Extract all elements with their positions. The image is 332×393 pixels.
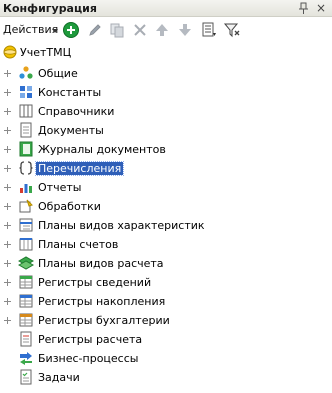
tree-item-label: Регистры расчета xyxy=(38,333,143,346)
window-title: Конфигурация xyxy=(3,2,97,15)
tasks-icon xyxy=(20,369,32,385)
tree-item-data-processors[interactable]: Обработки xyxy=(0,197,332,216)
tree-item-characteristic-types[interactable]: Планы видов характеристик xyxy=(0,216,332,235)
tree-item-label: Константы xyxy=(38,86,102,99)
tree-item-label: Регистры сведений xyxy=(38,276,152,289)
tree-item-label: Документы xyxy=(38,124,104,137)
tree-item-calculation-registers[interactable]: Регистры расчета xyxy=(0,330,332,349)
configuration-root-icon xyxy=(3,45,17,59)
tree-item-constants[interactable]: Константы xyxy=(0,83,332,102)
title-bar: Конфигурация × xyxy=(0,0,332,17)
tree-item-label: Обработки xyxy=(38,200,101,213)
tree-item-common[interactable]: Общие xyxy=(0,64,332,83)
expand-icon[interactable] xyxy=(3,202,12,211)
edit-icon[interactable] xyxy=(86,21,104,39)
constants-icon xyxy=(20,86,32,98)
information-registers-icon xyxy=(19,275,33,289)
expand-icon[interactable] xyxy=(3,240,12,249)
tree-item-accounting-registers[interactable]: Регистры бухгалтерии xyxy=(0,311,332,330)
copy-icon[interactable] xyxy=(108,21,126,39)
data-processors-icon xyxy=(19,199,33,213)
move-up-icon[interactable] xyxy=(153,21,171,39)
business-processes-icon xyxy=(20,352,32,365)
expand-icon[interactable] xyxy=(3,126,12,135)
expand-icon[interactable] xyxy=(3,69,12,78)
charts-of-accounts-icon xyxy=(19,238,33,251)
accumulation-registers-icon xyxy=(19,294,33,308)
expand-icon[interactable] xyxy=(3,297,12,306)
tree-item-label: Бизнес-процессы xyxy=(38,352,139,365)
pin-icon[interactable] xyxy=(297,1,311,15)
documents-icon xyxy=(20,122,32,138)
tree-item-label: Журналы документов xyxy=(38,143,166,156)
expand-icon[interactable] xyxy=(3,164,12,173)
expand-icon[interactable] xyxy=(3,145,12,154)
tree-item-label: Задачи xyxy=(38,371,80,384)
catalogs-icon xyxy=(19,104,33,118)
actions-menu-button[interactable]: Действия xyxy=(3,23,58,36)
enumerations-icon xyxy=(19,161,33,175)
tree-item-label: Планы счетов xyxy=(38,238,119,251)
expand-icon[interactable] xyxy=(3,259,12,268)
reports-icon xyxy=(20,184,32,193)
tree-root-label: УчетТМЦ xyxy=(20,46,72,59)
tree-item-label: Регистры накопления xyxy=(38,295,166,308)
list-icon[interactable] xyxy=(200,21,218,39)
calculation-registers-icon xyxy=(20,331,32,347)
expand-icon[interactable] xyxy=(3,316,12,325)
expand-icon[interactable] xyxy=(3,278,12,287)
expand-icon[interactable] xyxy=(3,107,12,116)
add-icon[interactable] xyxy=(62,21,80,39)
tree-item-documents[interactable]: Документы xyxy=(0,121,332,140)
expand-icon[interactable] xyxy=(3,183,12,192)
tree-item-tasks[interactable]: Задачи xyxy=(0,368,332,387)
tree-item-reports[interactable]: Отчеты xyxy=(0,178,332,197)
chevron-down-icon[interactable] xyxy=(52,29,58,33)
tree-item-label: Планы видов расчета xyxy=(38,257,164,270)
close-button[interactable]: × xyxy=(316,1,326,15)
accounting-registers-icon xyxy=(19,313,33,327)
characteristic-types-icon xyxy=(19,218,33,232)
tree-item-document-journals[interactable]: Журналы документов xyxy=(0,140,332,159)
tree-item-charts-of-accounts[interactable]: Планы счетов xyxy=(0,235,332,254)
tree-item-calculation-types[interactable]: Планы видов расчета xyxy=(0,254,332,273)
tree-item-label: Общие xyxy=(38,67,78,80)
tree-item-catalogs[interactable]: Справочники xyxy=(0,102,332,121)
tree-item-business-processes[interactable]: Бизнес-процессы xyxy=(0,349,332,368)
delete-icon[interactable] xyxy=(131,21,149,39)
filter-icon[interactable] xyxy=(223,21,241,39)
expand-icon[interactable] xyxy=(3,221,12,230)
tree-item-label: Регистры бухгалтерии xyxy=(38,314,170,327)
tree-item-enumerations[interactable]: Перечисления xyxy=(0,159,332,178)
common-icon xyxy=(19,66,33,79)
document-journals-icon xyxy=(19,141,33,157)
expand-icon[interactable] xyxy=(3,88,12,97)
calculation-types-icon xyxy=(18,256,34,270)
tree-item-label: Планы видов характеристик xyxy=(38,219,205,232)
tree-item-information-registers[interactable]: Регистры сведений xyxy=(0,273,332,292)
tree-root[interactable]: УчетТМЦ xyxy=(0,43,332,62)
toolbar: Действия xyxy=(0,17,332,43)
tree-item-label: Отчеты xyxy=(38,181,82,194)
move-down-icon[interactable] xyxy=(176,21,194,39)
tree-item-accumulation-registers[interactable]: Регистры накопления xyxy=(0,292,332,311)
tree-item-label: Перечисления xyxy=(34,161,125,176)
tree-item-label: Справочники xyxy=(38,105,115,118)
